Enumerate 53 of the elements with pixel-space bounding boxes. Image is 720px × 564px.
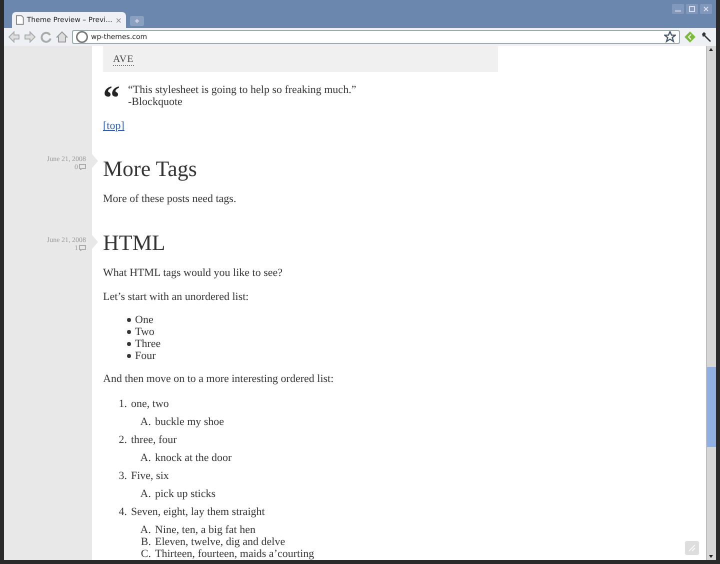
star-icon[interactable]	[664, 31, 676, 43]
forward-icon[interactable]	[24, 31, 36, 43]
list-number: A.	[139, 416, 151, 428]
post-title[interactable]: More Tags	[103, 156, 706, 182]
bullet-icon	[127, 318, 131, 322]
list-item: One	[135, 314, 154, 326]
list-item: Two	[135, 326, 154, 338]
list-item: one, two	[131, 398, 169, 410]
list-item: Five, six	[131, 470, 169, 482]
home-icon[interactable]	[56, 31, 68, 43]
list-number: C.	[140, 548, 151, 560]
list-item: pick up sticks	[155, 488, 216, 500]
list-item: Thirteen, fourteen, maids a’courting	[155, 548, 314, 560]
list-number: 1.	[118, 398, 127, 410]
list-item: Eleven, twelve, dig and delve	[155, 536, 286, 548]
back-icon[interactable]	[8, 31, 20, 43]
list-number: 2.	[118, 434, 127, 446]
maximize-icon[interactable]	[686, 4, 698, 14]
list-item: Nine, ten, a big fat hen	[155, 524, 256, 536]
abbreviation: AVE	[113, 54, 134, 66]
page-icon	[16, 15, 24, 25]
blockquote-text: “This stylesheet is going to help so freaking much.” -Blockquote	[128, 84, 356, 108]
list-item: knock at the door	[155, 452, 232, 464]
extension-icon[interactable]	[684, 31, 696, 43]
scroll-down-icon[interactable]	[707, 552, 715, 560]
list-number: A.	[139, 524, 151, 536]
quote-mark: “	[103, 84, 120, 108]
post-title[interactable]: HTML	[103, 230, 706, 256]
list-item: Three	[135, 338, 161, 350]
list-number: A.	[139, 488, 151, 500]
paragraph: More of these posts need tags.	[103, 192, 238, 206]
bullet-icon	[127, 330, 131, 334]
list-item: Four	[135, 350, 156, 362]
paragraph: What HTML tags would you like to see?	[103, 266, 284, 280]
scrollbar-thumb[interactable]	[707, 367, 716, 447]
list-item: buckle my shoe	[155, 416, 224, 428]
resize-grip-icon[interactable]	[685, 541, 699, 555]
list-number: A.	[139, 452, 151, 464]
scrollbar[interactable]	[706, 46, 716, 560]
list-number: 4.	[118, 506, 127, 518]
list-item: three, four	[131, 434, 177, 446]
bullet-icon	[127, 342, 131, 346]
list-item: Seven, eight, lay them straight	[131, 506, 265, 518]
paragraph: And then move on to a more interesting ordered list:	[103, 372, 335, 386]
list-number: B.	[140, 536, 151, 548]
globe-icon	[76, 31, 88, 43]
minimize-icon[interactable]	[672, 4, 684, 14]
list-number: 3.	[118, 470, 127, 482]
paragraph: Let’s start with an unordered list:	[103, 290, 250, 304]
close-icon[interactable]	[700, 4, 712, 14]
bullet-icon	[127, 354, 131, 358]
top-link[interactable]: [top]	[103, 120, 124, 132]
reload-icon[interactable]	[40, 31, 52, 43]
